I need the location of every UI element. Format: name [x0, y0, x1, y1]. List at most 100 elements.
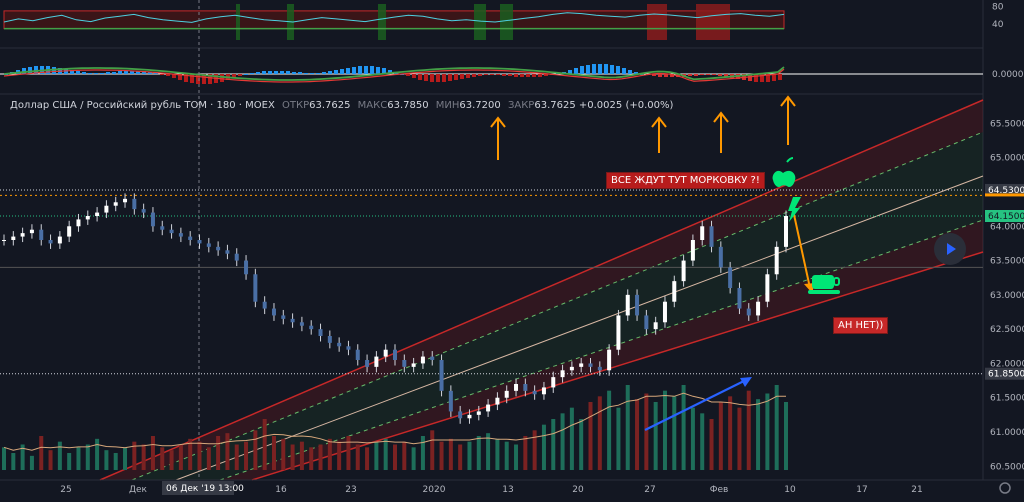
histogram-bar	[658, 74, 662, 77]
histogram-bar	[502, 74, 506, 76]
candle-body	[39, 229, 44, 240]
histogram-bar	[718, 74, 722, 76]
volume-bar	[346, 436, 351, 470]
volume-bar	[169, 450, 174, 470]
candle-body	[141, 209, 146, 213]
volume-bar	[690, 407, 695, 470]
histogram-bar	[310, 73, 314, 74]
oscillator-zone	[647, 4, 667, 40]
histogram-bar	[118, 71, 122, 74]
volume-bar	[662, 390, 667, 470]
candle-body	[290, 318, 295, 323]
histogram-bar	[268, 71, 272, 74]
candle-body	[95, 212, 100, 216]
volume-bar	[197, 441, 202, 470]
histogram-bar	[592, 64, 596, 74]
time-tick-label: 2020	[423, 485, 446, 495]
histogram-bar	[112, 72, 116, 74]
volume-bar	[234, 444, 239, 470]
volume-bar	[560, 413, 565, 470]
volume-bar	[756, 399, 761, 470]
symbol-title[interactable]: Доллар США / Российский рубль TOM · 180 …	[10, 100, 275, 111]
volume-bar	[597, 396, 602, 470]
time-tick-label: 27	[644, 485, 655, 495]
oscillator-zone	[696, 4, 730, 40]
volume-bar	[728, 396, 733, 470]
histogram-bar	[160, 74, 164, 75]
candle-body	[532, 390, 537, 395]
histogram-bar	[22, 68, 26, 74]
volume-bar	[448, 438, 453, 470]
volume-bar	[271, 436, 276, 470]
volume-bar	[365, 447, 370, 470]
volume-bar	[551, 419, 556, 470]
histogram-bar	[610, 65, 614, 74]
volume-bar	[514, 444, 519, 470]
volume-bar	[430, 430, 435, 470]
histogram-bar	[538, 74, 542, 77]
candle-body	[67, 226, 72, 237]
histogram-bar	[700, 74, 704, 75]
histogram-bar	[574, 68, 578, 74]
trading-chart[interactable]: 80400.000065.500065.000064.500064.000063…	[0, 0, 1024, 502]
volume-bar	[150, 436, 155, 470]
candle-body	[132, 198, 137, 210]
histogram-bar	[532, 74, 536, 77]
candle-body	[644, 315, 649, 330]
candle-body	[402, 360, 407, 367]
volume-bar	[495, 438, 500, 470]
candle-body	[309, 325, 314, 330]
histogram-bar	[628, 70, 632, 74]
histogram-bar	[220, 74, 224, 82]
no-callout: АН НЕТ))	[833, 317, 889, 334]
volume-bar	[48, 450, 53, 470]
candle-body	[728, 267, 733, 288]
histogram-bar	[304, 73, 308, 74]
high-label: МАКС	[357, 100, 388, 111]
histogram-bar	[604, 64, 608, 74]
candle-body	[681, 260, 686, 282]
volume-bar	[281, 438, 286, 470]
volume-bar	[113, 453, 118, 470]
candle-body	[607, 349, 612, 371]
candle-body	[784, 216, 788, 247]
candle-body	[551, 377, 556, 388]
histogram-bar	[292, 72, 296, 74]
candle-body	[48, 240, 53, 244]
histogram-bar	[100, 73, 104, 74]
candle-body	[76, 219, 81, 227]
chart-canvas[interactable]: 80400.000065.500065.000064.500064.000063…	[0, 0, 1024, 502]
time-tick-label: Фев	[710, 485, 729, 495]
candle-body	[420, 356, 425, 364]
time-tick-label: 16	[275, 485, 287, 495]
oscillator-zone	[236, 4, 240, 40]
histogram-bar	[484, 74, 488, 75]
histogram-bar	[712, 74, 716, 75]
low-value: 63.7200	[459, 100, 501, 111]
oscillator-zone	[474, 4, 486, 40]
histogram-bar	[586, 65, 590, 74]
candle-body	[690, 240, 695, 261]
histogram-bar	[106, 72, 110, 74]
volume-bar	[318, 444, 323, 470]
histogram-bar	[280, 71, 284, 74]
candle-body	[216, 246, 221, 251]
oscillator-tick-label: 40	[992, 20, 1004, 30]
candle-body	[746, 308, 751, 316]
candle-body	[486, 404, 491, 412]
play-button[interactable]	[934, 233, 966, 265]
volume-bar	[588, 402, 593, 470]
candle-body	[299, 322, 304, 326]
volume-bar	[420, 436, 425, 470]
open-value: 63.7625	[309, 100, 351, 111]
volume-bar	[467, 441, 472, 470]
histogram-bar	[328, 71, 332, 74]
price-tick-label: 63.5000	[990, 257, 1024, 267]
histogram-bar	[430, 74, 434, 82]
candle-body	[188, 236, 193, 240]
histogram-bar	[244, 74, 248, 75]
resistance-marker	[985, 193, 1024, 197]
volume-bar	[523, 436, 528, 470]
volume-bar	[95, 438, 100, 470]
volume-bar	[644, 393, 649, 470]
